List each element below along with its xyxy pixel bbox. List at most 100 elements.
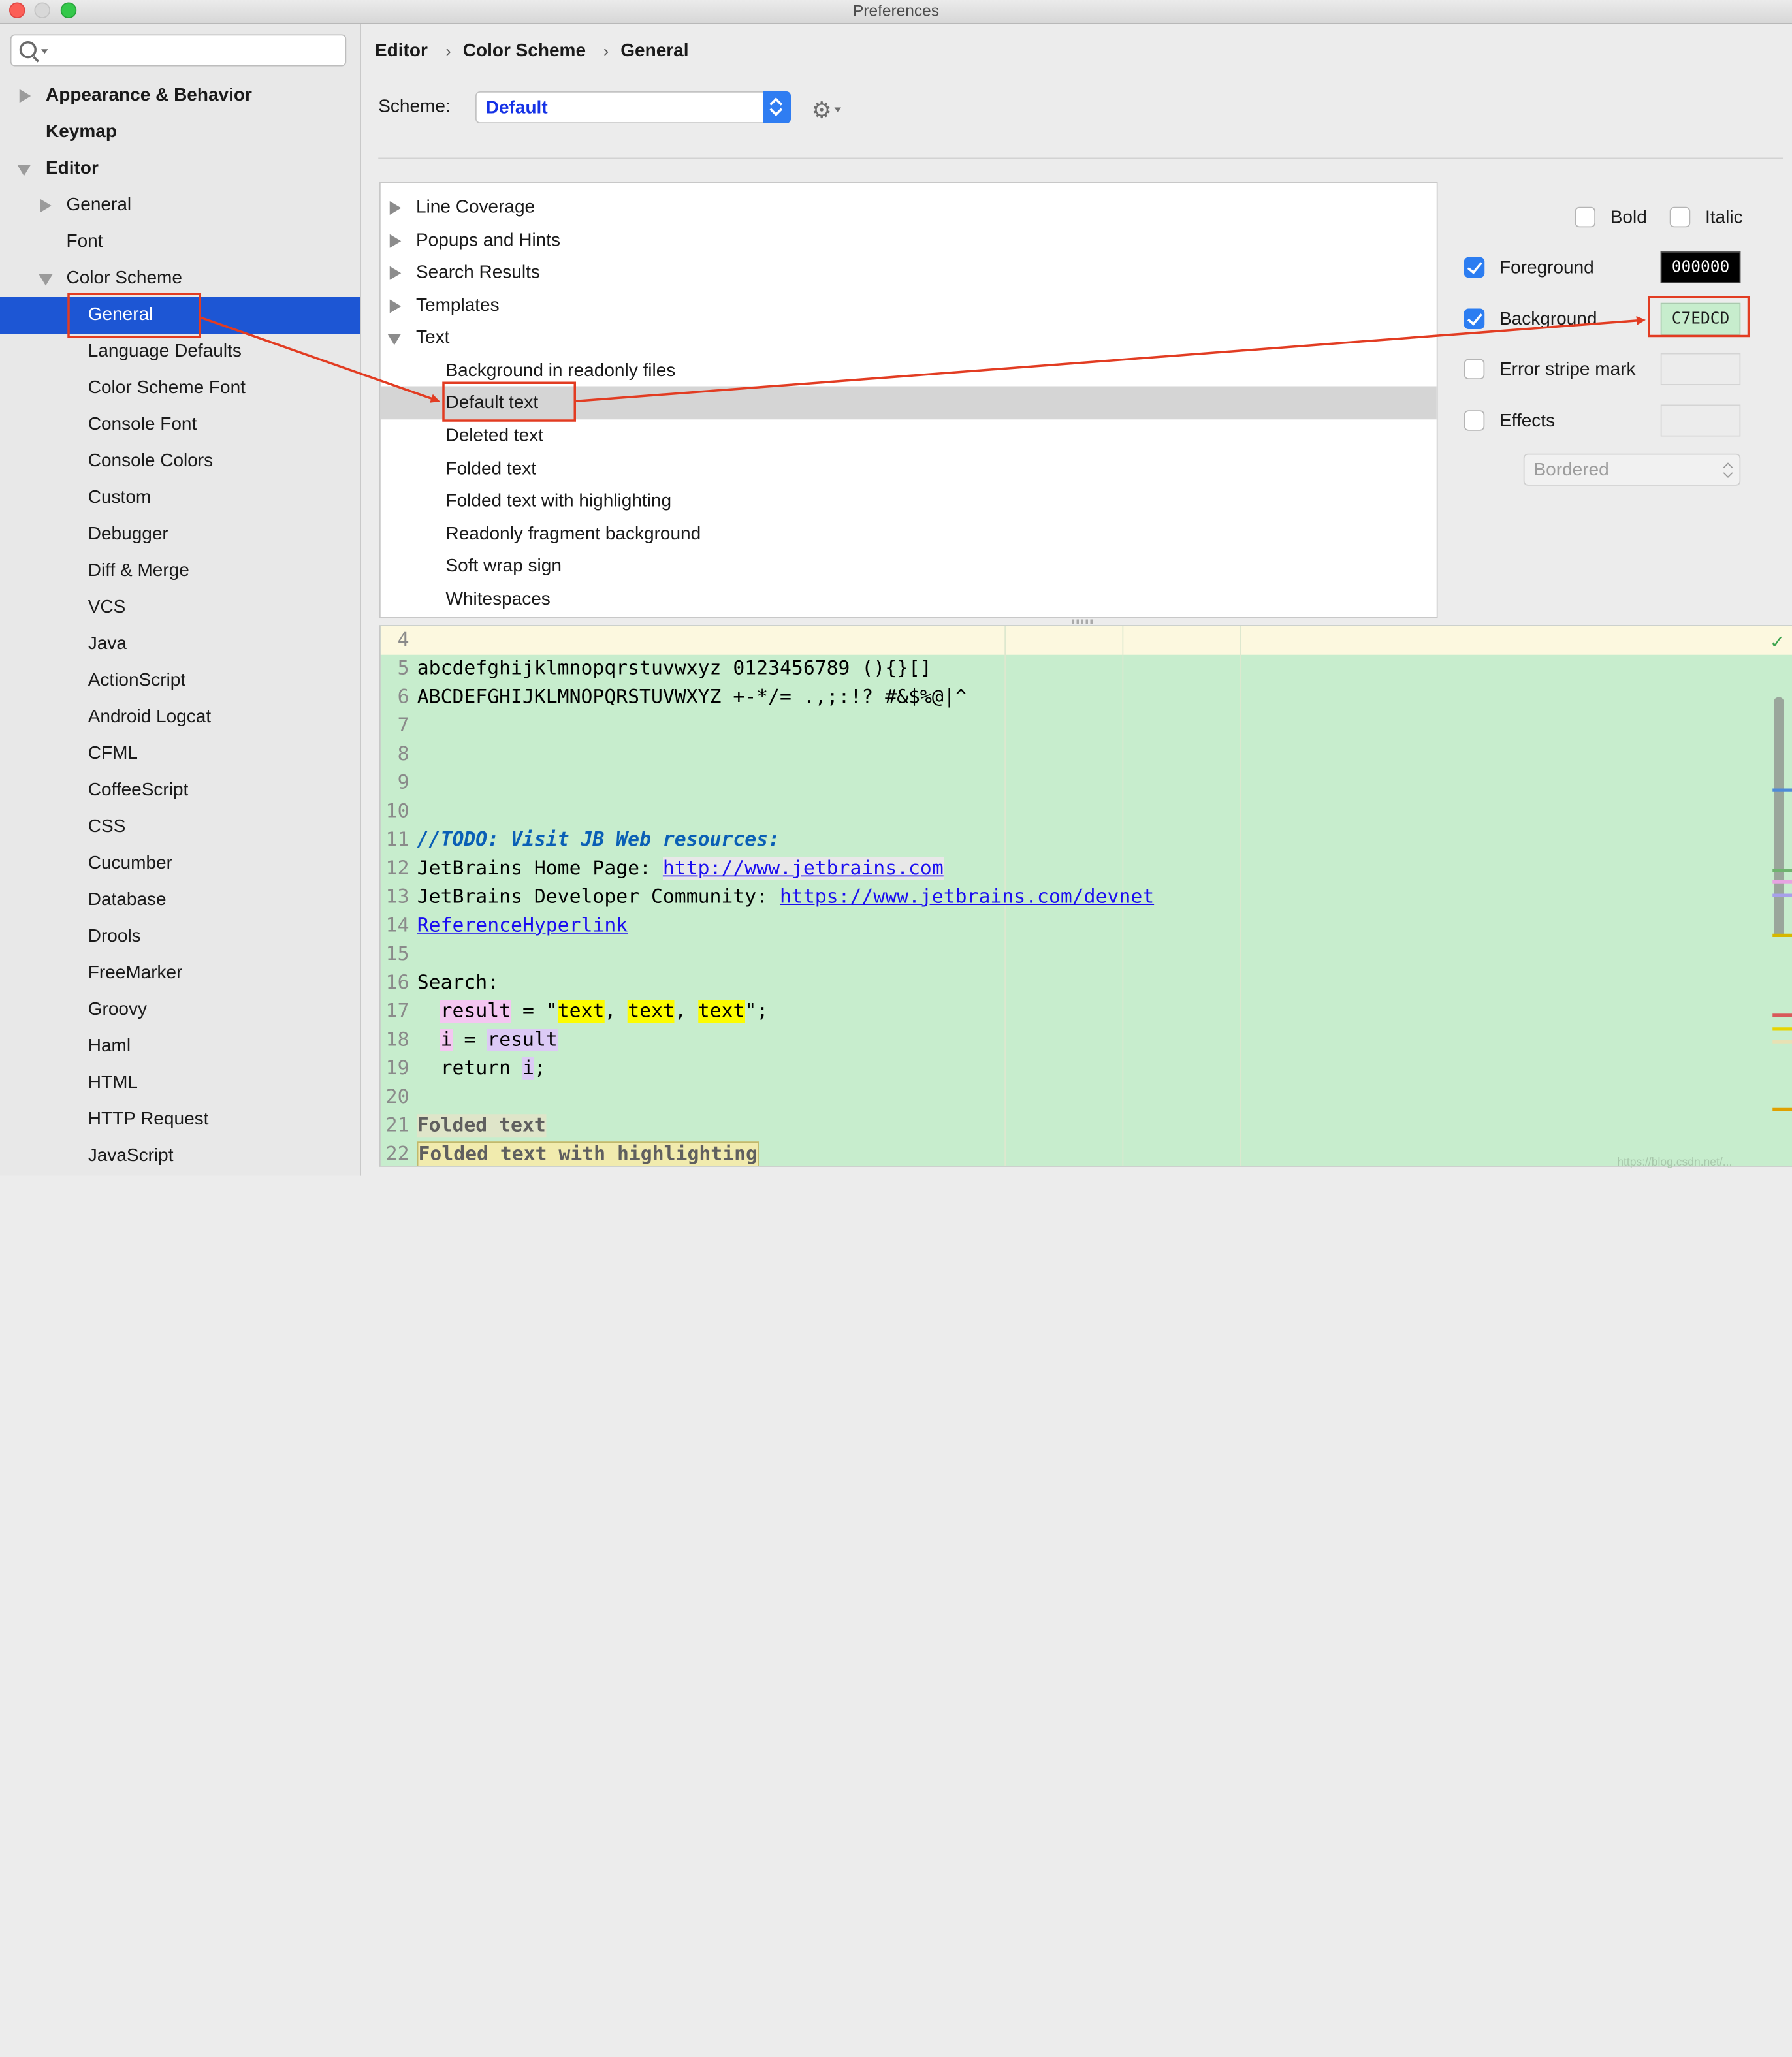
tree-item-folded-text-highlighting[interactable]: Folded text with highlighting bbox=[381, 485, 1437, 518]
code-line: 15 bbox=[385, 942, 409, 966]
tree-item-popups-hints[interactable]: Popups and Hints bbox=[381, 224, 1437, 257]
error-stripe-color-swatch[interactable] bbox=[1660, 353, 1741, 385]
error-stripe-marker[interactable] bbox=[1772, 1013, 1792, 1017]
sidebar-item-html[interactable]: HTML bbox=[0, 1065, 360, 1102]
effects-color-swatch[interactable] bbox=[1660, 404, 1741, 437]
sidebar-item-custom[interactable]: Custom bbox=[0, 480, 360, 517]
sidebar-item-vcs[interactable]: VCS bbox=[0, 590, 360, 626]
sidebar-item-keymap[interactable]: Keymap bbox=[0, 114, 360, 151]
tree-item-folded-text[interactable]: Folded text bbox=[381, 453, 1437, 486]
sidebar-item-label: Groovy bbox=[88, 1000, 148, 1019]
code-line: 13 JetBrains Developer Community: https:/… bbox=[385, 885, 1155, 909]
splitter-handle[interactable] bbox=[1072, 619, 1095, 624]
error-stripe-marker[interactable] bbox=[1772, 1040, 1792, 1044]
tree-item-label: Templates bbox=[416, 296, 500, 315]
tree-item-label: Folded text with highlighting bbox=[445, 491, 672, 511]
breadcrumb-editor[interactable]: Editor bbox=[375, 41, 428, 62]
foreground-checkbox[interactable] bbox=[1464, 257, 1485, 278]
foreground-color-swatch[interactable]: 000000 bbox=[1660, 251, 1741, 283]
tree-item-templates[interactable]: Templates bbox=[381, 289, 1437, 323]
tree-item-deleted-text[interactable]: Deleted text bbox=[381, 419, 1437, 453]
sidebar-item-font[interactable]: Font bbox=[0, 224, 360, 261]
tree-item-line-coverage[interactable]: Line Coverage bbox=[381, 191, 1437, 224]
sidebar-item-debugger[interactable]: Debugger bbox=[0, 517, 360, 553]
collapse-arrow-icon[interactable] bbox=[17, 165, 31, 176]
tree-item-readonly-fragment-bg[interactable]: Readonly fragment background bbox=[381, 518, 1437, 551]
scheme-select[interactable]: Default bbox=[475, 91, 791, 123]
sidebar-item-freemarker[interactable]: FreeMarker bbox=[0, 955, 360, 992]
hyperlink[interactable]: https://www.jetbrains.com/devnet bbox=[780, 885, 1154, 908]
sidebar-item-cucumber[interactable]: Cucumber bbox=[0, 846, 360, 882]
bold-checkbox[interactable] bbox=[1575, 206, 1595, 228]
sidebar-item-drools[interactable]: Drools bbox=[0, 919, 360, 955]
sidebar-item-editor[interactable]: Editor bbox=[0, 151, 360, 187]
expand-arrow-icon[interactable] bbox=[389, 201, 402, 215]
gear-dropdown-icon[interactable] bbox=[834, 107, 841, 112]
sidebar-item-diff-merge[interactable]: Diff & Merge bbox=[0, 553, 360, 590]
sidebar-item-label: JavaScript bbox=[88, 1146, 174, 1166]
reference-hyperlink[interactable]: ReferenceHyperlink bbox=[417, 914, 628, 937]
search-options-dropdown-icon[interactable] bbox=[41, 49, 48, 54]
code-line: 17 result = "text, text, text"; bbox=[385, 1000, 769, 1023]
sidebar-item-haml[interactable]: Haml bbox=[0, 1028, 360, 1065]
error-stripe-marker[interactable] bbox=[1772, 1027, 1792, 1031]
foreground-label: Foreground bbox=[1499, 258, 1594, 278]
error-stripe-marker[interactable] bbox=[1772, 788, 1792, 792]
tree-item-search-results[interactable]: Search Results bbox=[381, 256, 1437, 289]
effect-type-select[interactable]: Bordered bbox=[1523, 453, 1741, 486]
expand-arrow-icon[interactable] bbox=[389, 234, 402, 248]
sidebar-item-css[interactable]: CSS bbox=[0, 809, 360, 846]
code-line: 21 Folded text bbox=[385, 1114, 546, 1138]
expand-arrow-icon[interactable] bbox=[40, 199, 52, 213]
tree-item-text[interactable]: Text bbox=[381, 321, 1437, 355]
breadcrumb-color-scheme[interactable]: Color Scheme bbox=[463, 41, 586, 62]
sidebar-item-label: Android Logcat bbox=[88, 707, 212, 727]
tree-item-label: Deleted text bbox=[445, 426, 543, 446]
error-stripe-marker[interactable] bbox=[1772, 880, 1792, 884]
sidebar-item-http-request[interactable]: HTTP Request bbox=[0, 1102, 360, 1138]
error-stripe-marker[interactable] bbox=[1772, 893, 1792, 897]
italic-checkbox[interactable] bbox=[1669, 206, 1691, 228]
background-label: Background bbox=[1499, 310, 1597, 329]
effect-type-value: Bordered bbox=[1533, 460, 1609, 480]
hyperlink[interactable]: http://www.jetbrains.com bbox=[662, 857, 944, 880]
settings-search-input[interactable] bbox=[10, 34, 347, 67]
sidebar-item-color-scheme-font[interactable]: Color Scheme Font bbox=[0, 370, 360, 407]
sidebar-item-label: Keymap bbox=[46, 122, 117, 142]
sidebar-item-editor-general[interactable]: General bbox=[0, 187, 360, 224]
sidebar-item-coffeescript[interactable]: CoffeeScript bbox=[0, 773, 360, 809]
tree-item-soft-wrap-sign[interactable]: Soft wrap sign bbox=[381, 550, 1437, 583]
effects-checkbox[interactable] bbox=[1464, 410, 1485, 431]
error-stripe-marker[interactable] bbox=[1772, 1107, 1792, 1111]
sidebar-item-groovy[interactable]: Groovy bbox=[0, 992, 360, 1028]
collapse-arrow-icon[interactable] bbox=[387, 334, 402, 345]
sidebar-item-cfml[interactable]: CFML bbox=[0, 736, 360, 773]
sidebar-item-database[interactable]: Database bbox=[0, 882, 360, 919]
expand-arrow-icon[interactable] bbox=[19, 89, 31, 103]
sidebar-item-color-scheme[interactable]: Color Scheme bbox=[0, 261, 360, 297]
tree-item-whitespaces[interactable]: Whitespaces bbox=[381, 583, 1437, 616]
editor-scrollbar[interactable] bbox=[1774, 697, 1784, 937]
sidebar-item-appearance-behavior[interactable]: Appearance & Behavior bbox=[0, 78, 360, 114]
sidebar-item-android-logcat[interactable]: Android Logcat bbox=[0, 699, 360, 736]
code-line: 4 bbox=[397, 628, 409, 652]
error-stripe-checkbox[interactable] bbox=[1464, 359, 1485, 379]
sidebar-item-console-font[interactable]: Console Font bbox=[0, 407, 360, 443]
error-stripe-label: Error stripe mark bbox=[1499, 360, 1636, 379]
expand-arrow-icon[interactable] bbox=[389, 266, 402, 280]
select-stepper-icon[interactable] bbox=[763, 91, 791, 123]
error-stripe-marker[interactable] bbox=[1772, 933, 1792, 937]
sidebar-item-javascript[interactable]: JavaScript bbox=[0, 1138, 360, 1175]
gear-icon[interactable]: ⚙ bbox=[812, 96, 832, 125]
expand-arrow-icon[interactable] bbox=[389, 299, 402, 313]
annotation-highlight-background-swatch bbox=[1648, 296, 1750, 338]
error-stripe-marker[interactable] bbox=[1772, 869, 1792, 872]
sidebar-item-java[interactable]: Java bbox=[0, 626, 360, 663]
search-result-highlight: text bbox=[557, 1000, 605, 1023]
background-checkbox[interactable] bbox=[1464, 308, 1485, 329]
collapse-arrow-icon[interactable] bbox=[39, 274, 53, 286]
color-preview-editor[interactable]: 4 5 abcdefghijklmnopqrstuvwxyz 0123456789… bbox=[379, 625, 1792, 1167]
sidebar-item-language-defaults[interactable]: Language Defaults bbox=[0, 334, 360, 370]
sidebar-item-console-colors[interactable]: Console Colors bbox=[0, 443, 360, 480]
sidebar-item-actionscript[interactable]: ActionScript bbox=[0, 663, 360, 699]
